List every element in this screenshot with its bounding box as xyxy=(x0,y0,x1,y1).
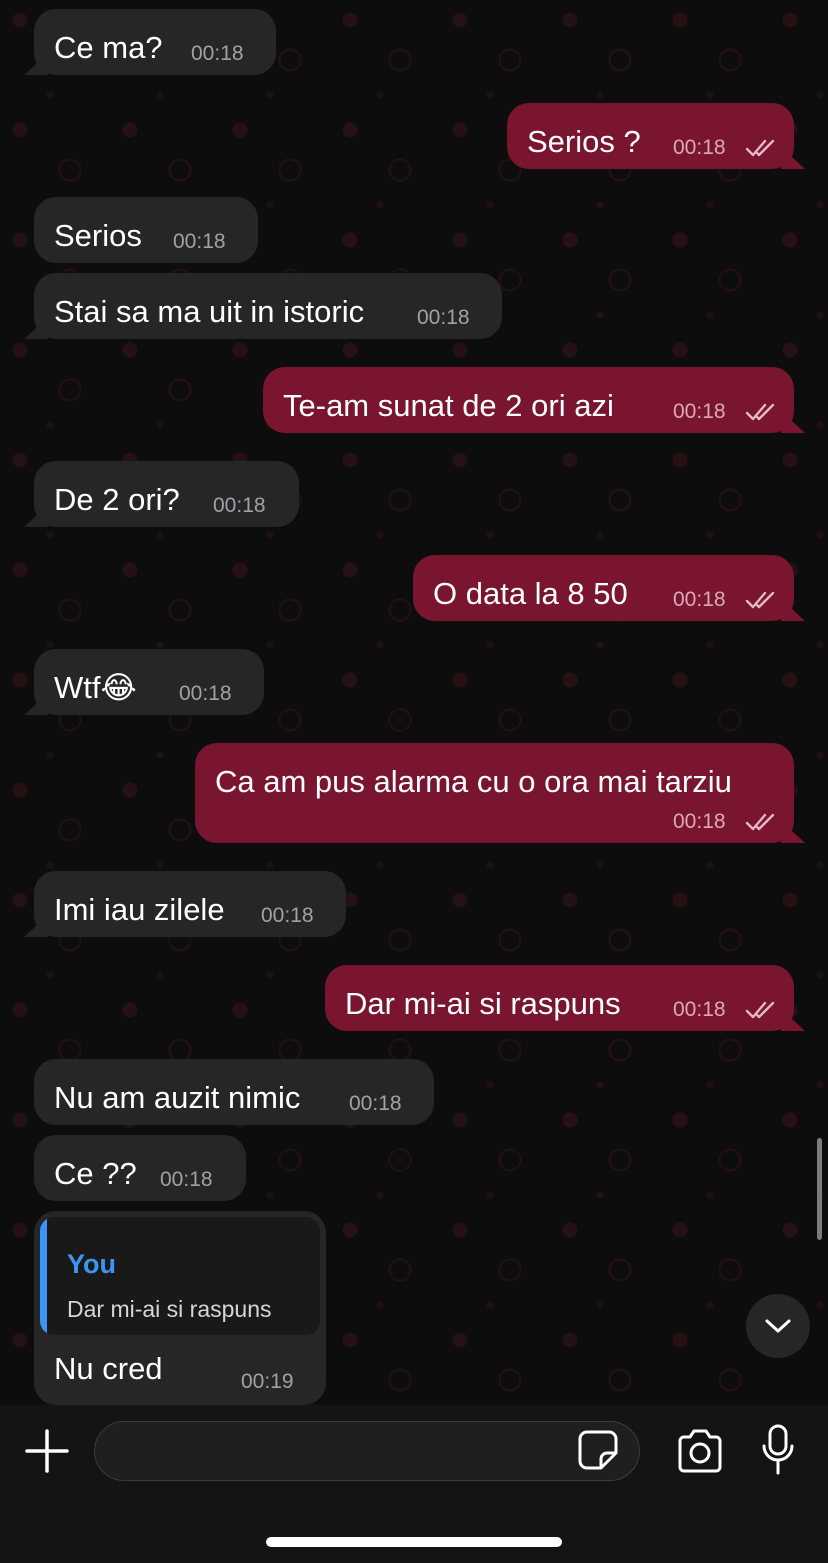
bubble-tail xyxy=(24,53,48,75)
message-text: Ce ?? xyxy=(54,1156,137,1191)
bubble-tail xyxy=(781,1009,805,1031)
message-text: Stai sa ma uit in istoric xyxy=(54,294,365,329)
bubble-tail xyxy=(24,915,48,937)
bubble-tail xyxy=(781,147,805,169)
quote-accent-bar xyxy=(40,1217,47,1335)
double-check-icon xyxy=(745,1001,775,1019)
message-time: 00:18 xyxy=(673,588,726,611)
double-check-icon xyxy=(745,813,775,831)
message-time: 00:18 xyxy=(673,400,726,423)
message-text: O data la 8 50 xyxy=(433,576,628,611)
message-outgoing[interactable]: O data la 8 50 00:18 xyxy=(413,555,805,621)
bubble-tail xyxy=(781,821,805,843)
sticker-icon[interactable] xyxy=(577,1429,619,1471)
message-time: 00:18 xyxy=(160,1168,213,1191)
bubble-tail xyxy=(24,317,48,339)
scroll-down-button[interactable] xyxy=(746,1294,810,1358)
message-time: 00:18 xyxy=(213,494,266,517)
message-text: Serios ? xyxy=(527,124,641,159)
message-time: 00:18 xyxy=(191,42,244,65)
message-time: 00:18 xyxy=(173,230,226,253)
message-incoming[interactable]: Nu am auzit nimic 00:18 xyxy=(34,1059,434,1125)
message-text: Dar mi-ai si raspuns xyxy=(345,986,621,1021)
message-outgoing[interactable]: Te-am sunat de 2 ori azi 00:18 xyxy=(263,367,805,433)
reply-quote[interactable]: You Dar mi-ai si raspuns xyxy=(40,1217,320,1335)
message-time: 00:18 xyxy=(673,810,726,833)
message-text: Ca am pus alarma cu o ora mai tarziu xyxy=(215,764,732,799)
message-incoming[interactable]: De 2 ori? 00:18 xyxy=(24,461,299,527)
message-time: 00:19 xyxy=(241,1370,294,1393)
chevron-down-icon xyxy=(765,1319,791,1333)
message-incoming[interactable]: Ce ma? 00:18 xyxy=(24,9,276,75)
message-text: Wtf😂 xyxy=(54,670,137,705)
message-incoming[interactable]: Stai sa ma uit in istoric 00:18 xyxy=(24,273,502,339)
home-indicator[interactable] xyxy=(266,1537,562,1547)
plus-icon[interactable] xyxy=(24,1428,70,1474)
message-time: 00:18 xyxy=(261,904,314,927)
message-text: Te-am sunat de 2 ori azi xyxy=(283,388,614,423)
microphone-icon[interactable] xyxy=(760,1424,796,1476)
message-incoming[interactable]: Ce ?? 00:18 xyxy=(34,1135,246,1201)
message-time: 00:18 xyxy=(417,306,470,329)
message-text: Serios xyxy=(54,218,142,253)
message-outgoing[interactable]: Ca am pus alarma cu o ora mai tarziu 00:… xyxy=(195,743,805,843)
message-incoming-reply[interactable]: You Dar mi-ai si raspuns Nu cred 00:19 xyxy=(34,1211,326,1405)
message-incoming[interactable]: Wtf😂 00:18 xyxy=(24,649,264,715)
message-time: 00:18 xyxy=(673,998,726,1021)
message-text: Imi iau zilele xyxy=(54,892,225,927)
scroll-indicator[interactable] xyxy=(817,1138,822,1240)
message-outgoing[interactable]: Dar mi-ai si raspuns 00:18 xyxy=(325,965,805,1031)
bubble-tail xyxy=(24,693,48,715)
message-incoming[interactable]: Imi iau zilele 00:18 xyxy=(24,871,346,937)
message-incoming[interactable]: Serios 00:18 xyxy=(34,197,258,263)
message-text: De 2 ori? xyxy=(54,482,180,517)
bubble-tail xyxy=(24,505,48,527)
double-check-icon xyxy=(745,139,775,157)
message-time: 00:18 xyxy=(179,682,232,705)
message-text: Nu am auzit nimic xyxy=(54,1080,301,1115)
message-text: Nu cred xyxy=(54,1351,163,1386)
camera-icon[interactable] xyxy=(675,1428,725,1474)
bubble-tail xyxy=(781,599,805,621)
quote-author: You xyxy=(67,1249,116,1279)
quote-text: Dar mi-ai si raspuns xyxy=(67,1296,272,1322)
message-time: 00:18 xyxy=(673,136,726,159)
message-text: Ce ma? xyxy=(54,30,163,65)
message-outgoing[interactable]: Serios ? 00:18 xyxy=(507,103,805,169)
message-time: 00:18 xyxy=(349,1092,402,1115)
double-check-icon xyxy=(745,403,775,421)
chat-wallpaper: Ce ma? 00:18 Serios ? 00:18 Serios 00:18… xyxy=(0,0,828,1405)
double-check-icon xyxy=(745,591,775,609)
bubble-tail xyxy=(781,411,805,433)
message-input[interactable] xyxy=(94,1421,640,1481)
